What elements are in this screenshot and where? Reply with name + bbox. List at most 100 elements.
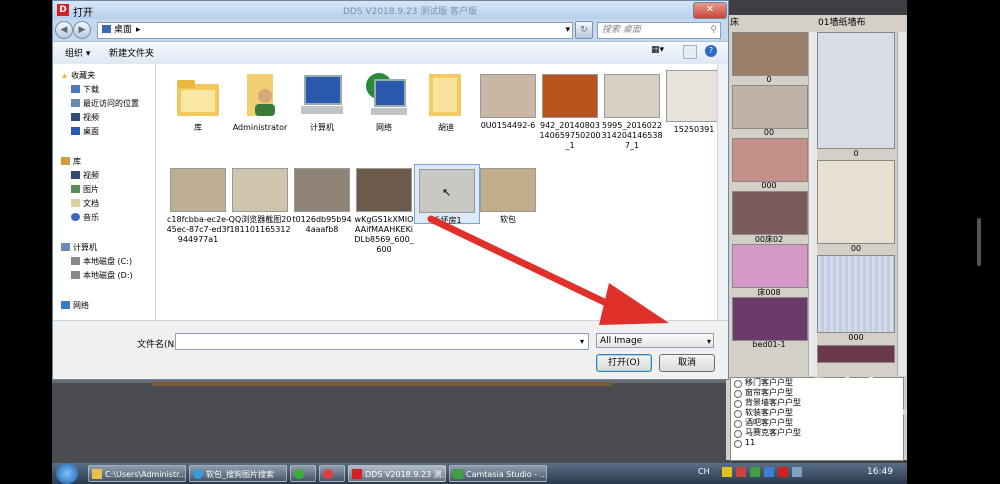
file-item[interactable]: t0126db95b944aaafb8: [290, 168, 354, 235]
tray-icon[interactable]: [778, 467, 788, 477]
wallpaper-category-header[interactable]: 01墙纸墙布: [818, 15, 865, 31]
refresh-icon[interactable]: ↻: [575, 21, 593, 39]
file-item[interactable]: QQ浏览器截图20181101165312: [228, 168, 292, 235]
wallpaper-tile[interactable]: 000: [817, 255, 897, 345]
nav-favorites[interactable]: ★ 收藏夹: [61, 70, 95, 81]
nav-item-recent[interactable]: 最近访问的位置: [71, 98, 139, 109]
bed-tile[interactable]: 00: [730, 85, 808, 138]
nav-label: 本地磁盘 (C:): [83, 257, 133, 266]
organize-menu[interactable]: 组织 ▾: [65, 46, 90, 59]
wallpaper-label: 000: [848, 333, 864, 342]
file-item[interactable]: 网络: [352, 70, 416, 133]
nav-item-drive-d[interactable]: 本地磁盘 (D:): [71, 270, 133, 281]
taskbar-item-wechat[interactable]: [290, 465, 316, 482]
nav-label: 收藏夹: [71, 71, 96, 80]
taskbar-item-camtasia[interactable]: Camtasia Studio - ...: [449, 465, 547, 482]
file-item[interactable]: 942_20140803140659750200_1: [538, 74, 602, 151]
nav-item-music[interactable]: 音乐: [71, 212, 99, 223]
search-input[interactable]: 搜索 桌面 ⚲: [597, 22, 721, 39]
address-input[interactable]: 桌面 ▸ ▾: [97, 22, 573, 39]
bed-tile[interactable]: 000: [730, 138, 808, 191]
nav-item-pictures[interactable]: 图片: [71, 184, 99, 195]
desktop-icon: [102, 25, 111, 33]
bed-thumbnail: [732, 244, 808, 288]
wallpaper-tile[interactable]: 00: [817, 160, 897, 255]
list-item[interactable]: 11: [731, 438, 903, 448]
nav-library[interactable]: 库: [61, 156, 81, 167]
pictures-icon: [71, 185, 80, 193]
file-item[interactable]: 5995_20160223142041465387_1: [600, 74, 664, 151]
new-folder-button[interactable]: 新建文件夹: [109, 46, 154, 59]
wallpaper-label: 0: [853, 149, 859, 158]
wallpaper-tile[interactable]: 0: [817, 32, 897, 160]
nav-network[interactable]: 网络: [61, 300, 89, 311]
file-item[interactable]: 胡迪: [414, 70, 478, 133]
filename-input[interactable]: ▾: [175, 333, 589, 350]
nav-item-documents[interactable]: 文档: [71, 198, 99, 209]
file-item[interactable]: wKgGS1kXMIOAAifMAAHKEKiDLb8569_600_600: [352, 168, 416, 255]
image-thumbnail: [170, 168, 226, 212]
bed-thumbnail: [732, 85, 808, 129]
bed-label: 00: [763, 128, 775, 137]
bed-tile[interactable]: bed01-1: [730, 297, 808, 350]
bed-scrollbar[interactable]: [808, 32, 817, 376]
taskbar-label: 软包_搜狗图片搜索: [206, 470, 274, 479]
video-icon: [71, 113, 80, 121]
app-background-timeline: [152, 382, 612, 386]
help-icon[interactable]: ?: [705, 45, 717, 57]
cancel-button[interactable]: 取消: [659, 354, 715, 372]
wallpaper-scrollbar[interactable]: [897, 32, 906, 376]
taskbar-item-dds[interactable]: DDS V2018.9.23 测...: [348, 465, 446, 482]
wallpaper-tile[interactable]: [817, 345, 897, 365]
bed-tile[interactable]: 0: [730, 32, 808, 85]
folder-icon: [419, 70, 473, 120]
taskbar-item-explorer[interactable]: C:\Users\Administr...: [88, 465, 186, 482]
taskbar-item-qq[interactable]: [319, 465, 345, 482]
view-options-icon[interactable]: ▦▾: [651, 45, 664, 55]
tray-icon[interactable]: [736, 467, 746, 477]
filetype-select[interactable]: All Image ▾: [596, 333, 714, 348]
file-item[interactable]: 0U0154492-6: [476, 74, 540, 131]
clock[interactable]: 16:49: [867, 467, 893, 477]
ime-indicator[interactable]: CH: [698, 467, 710, 476]
forward-arrow-icon[interactable]: ▶: [73, 21, 91, 39]
dialog-titlebar[interactable]: D 打开 DDS V2018.9.23 测试版 客户版 ✕: [53, 1, 728, 19]
breadcrumb-arrow-icon[interactable]: ▸: [136, 25, 141, 35]
bed-tile[interactable]: 床008: [730, 244, 808, 297]
bed-category-header[interactable]: 床: [730, 15, 739, 31]
preview-pane-icon[interactable]: [683, 45, 697, 59]
tray-icon[interactable]: [750, 467, 760, 477]
file-item[interactable]: Administrator: [228, 70, 292, 133]
nav-label: 视频: [83, 171, 99, 180]
taskbar-item-browser[interactable]: 软包_搜狗图片搜索: [189, 465, 287, 482]
file-item[interactable]: 计算机: [290, 70, 354, 133]
file-item[interactable]: 库: [166, 70, 230, 133]
system-tray-icons[interactable]: [722, 467, 842, 479]
volume-icon[interactable]: [792, 467, 802, 477]
file-list-scrollbar[interactable]: [717, 64, 728, 320]
tray-icon[interactable]: [764, 467, 774, 477]
annotation-arrow: [427, 215, 669, 325]
nav-item-downloads[interactable]: 下载: [71, 84, 99, 95]
taskbar-label: DDS V2018.9.23 测...: [365, 470, 446, 479]
back-arrow-icon[interactable]: ◀: [55, 21, 73, 39]
image-thumbnail: [356, 168, 412, 212]
filename-dropdown-icon[interactable]: ▾: [576, 334, 588, 349]
nav-item-videos[interactable]: 视频: [71, 112, 99, 123]
tray-icon[interactable]: [722, 467, 732, 477]
address-dropdown-icon[interactable]: ▾: [565, 23, 570, 38]
close-button[interactable]: ✕: [693, 2, 727, 19]
download-icon: [71, 85, 80, 93]
start-button[interactable]: [56, 463, 78, 484]
file-label: 库: [194, 123, 202, 132]
file-item[interactable]: c18fcbba-ec2e-45ec-87c7-ed3f944977a1: [166, 168, 230, 245]
desktop-icon: [71, 127, 80, 135]
nav-item-drive-c[interactable]: 本地磁盘 (C:): [71, 256, 132, 267]
nav-item-desktop[interactable]: 桌面: [71, 126, 99, 137]
nav-computer[interactable]: 计算机: [61, 242, 97, 253]
nav-item-lib-videos[interactable]: 视频: [71, 170, 99, 181]
file-label: 5995_20160223142041465387_1: [601, 121, 663, 150]
file-label: c18fcbba-ec2e-45ec-87c7-ed3f944977a1: [166, 215, 230, 244]
open-button[interactable]: 打开(O): [596, 354, 652, 372]
bed-tile[interactable]: 00床02: [730, 191, 808, 244]
